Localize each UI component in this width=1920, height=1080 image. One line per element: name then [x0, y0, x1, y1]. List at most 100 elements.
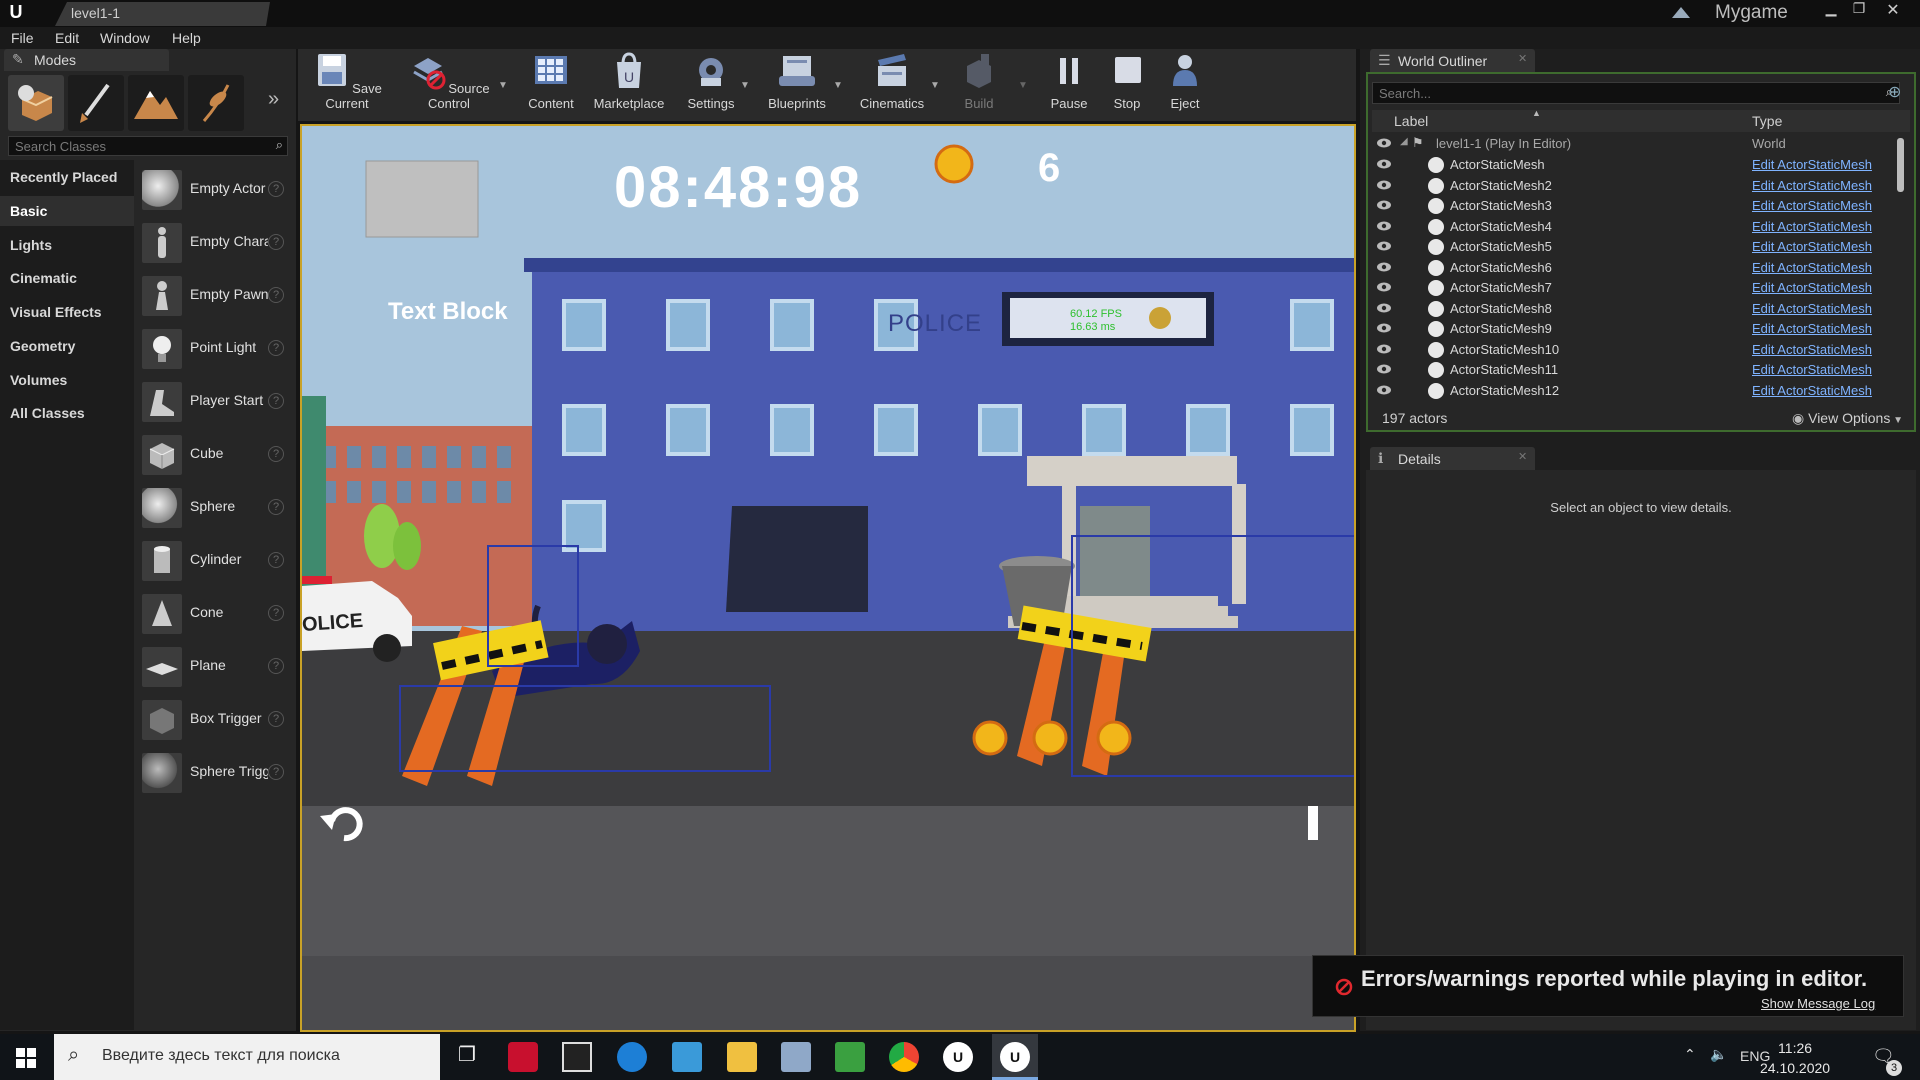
add-filter-icon[interactable]: ⊕: [1888, 82, 1901, 102]
outliner-actor-row[interactable]: ActorStaticMesh11 Edit ActorStaticMesh: [1372, 360, 1900, 380]
place-item-empty-actor[interactable]: Empty Actor?: [140, 166, 290, 214]
visibility-eye-icon[interactable]: [1376, 158, 1392, 170]
terminal-icon[interactable]: [562, 1042, 592, 1072]
save-current-button[interactable]: Save Current: [304, 52, 390, 118]
category-visual-effects[interactable]: Visual Effects: [0, 297, 134, 327]
edge-browser-icon[interactable]: [617, 1042, 647, 1072]
help-icon[interactable]: ?: [268, 446, 284, 462]
tray-overflow-icon[interactable]: ⌃: [1684, 1046, 1696, 1063]
outliner-actor-row[interactable]: ActorStaticMesh2 Edit ActorStaticMesh: [1372, 176, 1900, 196]
outliner-root-row[interactable]: ◢ ⚑ level1-1 (Play In Editor) World: [1372, 134, 1900, 154]
content-button[interactable]: Content: [520, 52, 582, 118]
printer-icon[interactable]: [781, 1042, 811, 1072]
help-icon[interactable]: ?: [268, 764, 284, 780]
level-viewport[interactable]: 08:48:98 6 Text Block POLICE OLICE 60.12…: [300, 124, 1356, 1032]
place-item-cone[interactable]: Cone?: [140, 590, 290, 638]
visibility-eye-icon[interactable]: [1376, 302, 1392, 314]
edit-actor-link[interactable]: Edit ActorStaticMesh: [1752, 157, 1872, 172]
place-item-sphere-trigger[interactable]: Sphere Trigger?: [140, 749, 290, 797]
restart-icon[interactable]: [322, 806, 364, 848]
help-icon[interactable]: ?: [268, 552, 284, 568]
volume-icon[interactable]: 🔈: [1710, 1046, 1727, 1063]
outliner-search-input[interactable]: Search... ⌕: [1372, 82, 1900, 104]
modes-tab[interactable]: ✎ Modes: [4, 49, 169, 71]
view-options-button[interactable]: ◉ View Options ▼: [1792, 410, 1903, 427]
task-view-icon[interactable]: ❐: [452, 1042, 482, 1072]
outliner-actor-row[interactable]: ActorStaticMesh12 Edit ActorStaticMesh: [1372, 381, 1900, 401]
source-control-button[interactable]: Source Control: [400, 52, 498, 118]
place-item-point-light[interactable]: Point Light?: [140, 325, 290, 373]
cinematics-button[interactable]: Cinematics: [854, 52, 930, 118]
app-red-icon[interactable]: [508, 1042, 538, 1072]
windows-start-icon[interactable]: [16, 1048, 36, 1068]
visibility-eye-icon[interactable]: [1376, 137, 1392, 149]
outliner-actor-row[interactable]: ActorStaticMesh3 Edit ActorStaticMesh: [1372, 196, 1900, 216]
help-icon[interactable]: ?: [268, 605, 284, 621]
place-item-empty-character[interactable]: Empty Character?: [140, 219, 290, 267]
blueprints-button[interactable]: Blueprints: [762, 52, 832, 118]
chrome-browser-icon[interactable]: [889, 1042, 919, 1072]
menu-help[interactable]: Help: [172, 30, 201, 46]
more-modes-icon[interactable]: »: [268, 88, 279, 111]
place-item-player-start[interactable]: Player Start?: [140, 378, 290, 426]
expand-arrow-icon[interactable]: ◢: [1400, 136, 1408, 147]
outliner-actor-row[interactable]: ActorStaticMesh6 Edit ActorStaticMesh: [1372, 258, 1900, 278]
source-control-dropdown-icon[interactable]: ▼: [498, 80, 508, 91]
visibility-eye-icon[interactable]: [1376, 384, 1392, 396]
visibility-eye-icon[interactable]: [1376, 261, 1392, 273]
help-icon[interactable]: ?: [268, 287, 284, 303]
help-icon[interactable]: ?: [268, 181, 284, 197]
column-type-header[interactable]: Type: [1752, 113, 1782, 129]
search-classes-input[interactable]: Search Classes ⌕: [8, 136, 288, 156]
category-basic[interactable]: Basic: [0, 196, 134, 226]
category-recently-placed[interactable]: Recently Placed: [0, 162, 134, 192]
outliner-actor-row[interactable]: ActorStaticMesh9 Edit ActorStaticMesh: [1372, 319, 1900, 339]
details-tab[interactable]: ℹ Details ✕: [1370, 447, 1535, 470]
category-volumes[interactable]: Volumes: [0, 365, 134, 395]
paint-mode-icon[interactable]: [68, 75, 124, 131]
menu-edit[interactable]: Edit: [55, 30, 79, 46]
stop-button[interactable]: Stop: [1100, 52, 1154, 118]
place-mode-icon[interactable]: [8, 75, 64, 131]
place-item-sphere[interactable]: Sphere?: [140, 484, 290, 532]
edit-actor-link[interactable]: Edit ActorStaticMesh: [1752, 219, 1872, 234]
edit-actor-link[interactable]: Edit ActorStaticMesh: [1752, 178, 1872, 193]
outliner-actor-row[interactable]: ActorStaticMesh Edit ActorStaticMesh: [1372, 155, 1900, 175]
visibility-eye-icon[interactable]: [1376, 343, 1392, 355]
edit-actor-link[interactable]: Edit ActorStaticMesh: [1752, 301, 1872, 316]
mail-icon[interactable]: [672, 1042, 702, 1072]
close-tab-icon[interactable]: ✕: [1518, 450, 1527, 463]
level-document-tab[interactable]: level1-1: [55, 2, 270, 26]
help-icon[interactable]: ?: [268, 340, 284, 356]
edit-actor-link[interactable]: Edit ActorStaticMesh: [1752, 260, 1872, 275]
show-message-log-link[interactable]: Show Message Log: [1761, 996, 1875, 1011]
eject-button[interactable]: Eject: [1158, 52, 1212, 118]
build-dropdown-icon[interactable]: ▼: [1018, 80, 1028, 91]
foliage-mode-icon[interactable]: [188, 75, 244, 131]
menu-window[interactable]: Window: [100, 30, 150, 46]
category-all-classes[interactable]: All Classes: [0, 398, 134, 428]
unreal-engine-icon[interactable]: U: [943, 1042, 973, 1072]
marketplace-button[interactable]: U Marketplace: [588, 52, 670, 118]
help-icon[interactable]: ?: [268, 234, 284, 250]
edit-actor-link[interactable]: Edit ActorStaticMesh: [1752, 342, 1872, 357]
help-icon[interactable]: ?: [268, 711, 284, 727]
help-icon[interactable]: ?: [268, 658, 284, 674]
edit-actor-link[interactable]: Edit ActorStaticMesh: [1752, 280, 1872, 295]
place-item-cube[interactable]: Cube?: [140, 431, 290, 479]
outliner-actor-row[interactable]: ActorStaticMesh10 Edit ActorStaticMesh: [1372, 340, 1900, 360]
build-button[interactable]: Build: [952, 52, 1006, 118]
visibility-eye-icon[interactable]: [1376, 281, 1392, 293]
visibility-eye-icon[interactable]: [1376, 322, 1392, 334]
place-item-cylinder[interactable]: Cylinder?: [140, 537, 290, 585]
settings-dropdown-icon[interactable]: ▼: [740, 80, 750, 91]
menu-file[interactable]: File: [11, 30, 34, 46]
minimize-button[interactable]: ▁: [1818, 0, 1844, 20]
visibility-eye-icon[interactable]: [1376, 179, 1392, 191]
category-lights[interactable]: Lights: [0, 230, 134, 260]
file-explorer-icon[interactable]: [727, 1042, 757, 1072]
unreal-engine-active-task[interactable]: U: [992, 1034, 1038, 1080]
system-clock[interactable]: 11:26 24.10.2020: [1760, 1038, 1830, 1078]
category-geometry[interactable]: Geometry: [0, 331, 134, 361]
blueprints-dropdown-icon[interactable]: ▼: [833, 80, 843, 91]
